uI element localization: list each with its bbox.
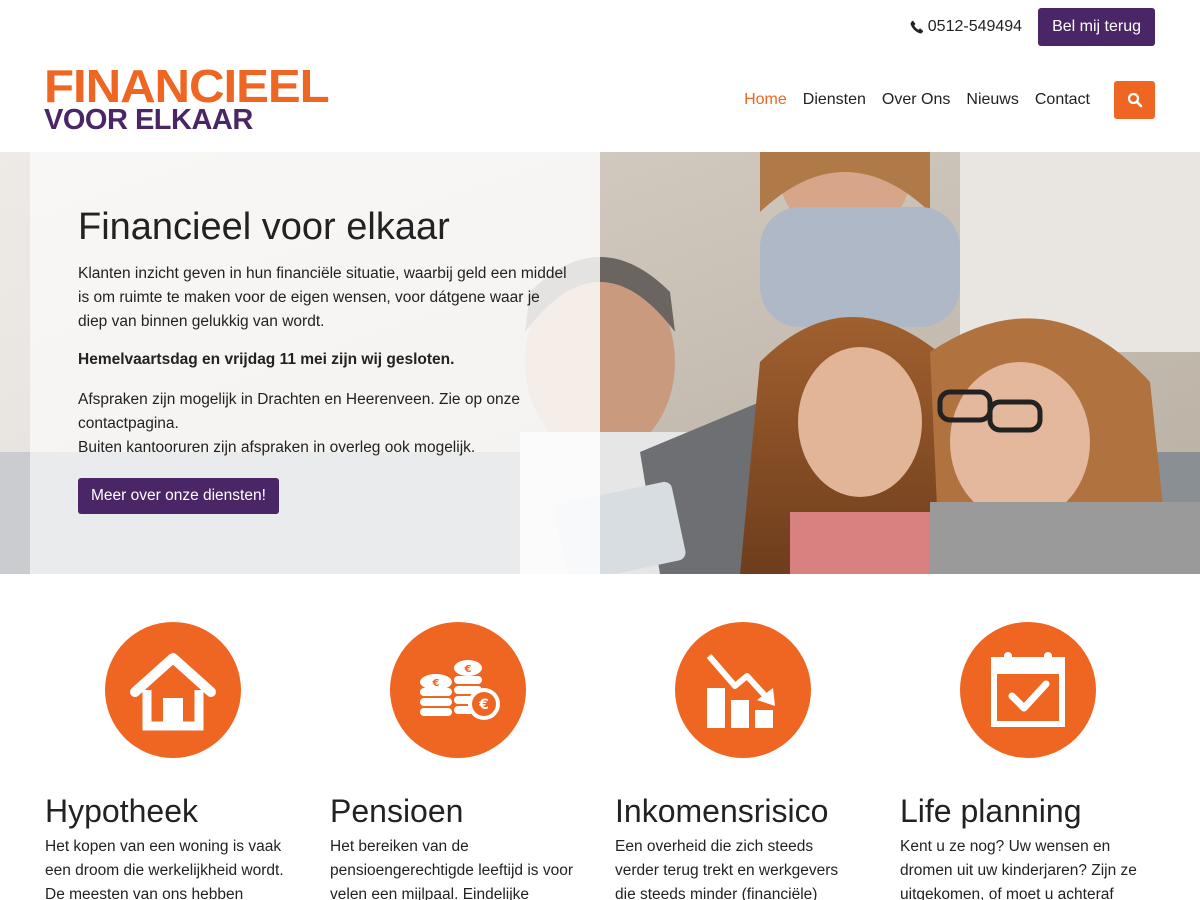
phone-link[interactable]: 0512-549494: [910, 18, 1022, 36]
appointments-line-1: Afspraken zijn mogelijk in Drachten en H…: [78, 391, 520, 432]
phone-number: 0512-549494: [927, 18, 1023, 35]
hero-content: Financieel voor elkaar Klanten inzicht g…: [78, 204, 568, 514]
search-icon: [1127, 92, 1142, 108]
hero-edge-overlay: [0, 152, 30, 574]
top-bar: 0512-549494 Bel mij terug: [910, 8, 1155, 46]
service-icon-circle[interactable]: [105, 622, 241, 758]
service-title[interactable]: Hypotheek: [45, 791, 295, 831]
hero-title: Financieel voor elkaar: [78, 206, 450, 248]
service-title[interactable]: Life planning: [900, 791, 1150, 831]
site-logo[interactable]: FINANCIEEL VOOR ELKAAR: [44, 63, 336, 135]
services-cta-button[interactable]: Meer over onze diensten!: [78, 478, 279, 514]
svg-text:€: €: [432, 678, 440, 689]
logo-line-1: FINANCIEEL: [44, 60, 330, 112]
nav-nieuws[interactable]: Nieuws: [966, 80, 1018, 120]
svg-text:€: €: [478, 697, 489, 713]
hero-appointments: Afspraken zijn mogelijk in Drachten en H…: [78, 388, 568, 460]
service-inkomensrisico[interactable]: Inkomensrisico Een overheid die zich ste…: [615, 622, 865, 900]
hero-notice: Hemelvaartsdag en vrijdag 11 mei zijn wi…: [78, 351, 455, 368]
nav-contact[interactable]: Contact: [1035, 80, 1090, 120]
declining-chart-icon: [706, 654, 775, 728]
service-text: Kent u ze nog? Uw wensen en dromen uit u…: [900, 838, 1137, 900]
euro-coins-icon: € € €: [420, 660, 500, 720]
svg-text:€: €: [464, 664, 472, 675]
service-life-planning[interactable]: Life planning Kent u ze nog? Uw wensen e…: [900, 622, 1150, 900]
service-icon-circle[interactable]: [960, 622, 1096, 758]
nav-over-ons[interactable]: Over Ons: [882, 80, 950, 120]
hero-banner: Financieel voor elkaar Klanten inzicht g…: [0, 152, 1200, 574]
service-text: Het bereiken van de pensioengerechtigde …: [330, 838, 573, 900]
service-title[interactable]: Inkomensrisico: [615, 791, 865, 831]
main-nav: Home Diensten Over Ons Nieuws Contact: [728, 80, 1155, 120]
nav-diensten[interactable]: Diensten: [803, 80, 866, 120]
service-hypotheek[interactable]: Hypotheek Het kopen van een woning is va…: [45, 622, 295, 900]
service-text: Het kopen van een woning is vaak een dro…: [45, 838, 284, 900]
appointments-line-2: Buiten kantooruren zijn afspraken in ove…: [78, 439, 476, 456]
service-text: Een overheid die zich steeds verder teru…: [615, 838, 839, 900]
service-icon-circle[interactable]: [675, 622, 811, 758]
hero-intro: Klanten inzicht geven in hun financiële …: [78, 265, 567, 330]
callback-button[interactable]: Bel mij terug: [1038, 8, 1155, 46]
service-title[interactable]: Pensioen: [330, 791, 580, 831]
service-icon-circle[interactable]: € € €: [390, 622, 526, 758]
search-button[interactable]: [1114, 81, 1155, 119]
calendar-check-icon: [991, 652, 1065, 727]
service-pensioen[interactable]: € € € Pensioen Het bereiken van de pensi…: [330, 622, 580, 900]
house-icon: [130, 653, 216, 731]
phone-icon: [910, 20, 923, 34]
nav-home[interactable]: Home: [744, 80, 787, 120]
